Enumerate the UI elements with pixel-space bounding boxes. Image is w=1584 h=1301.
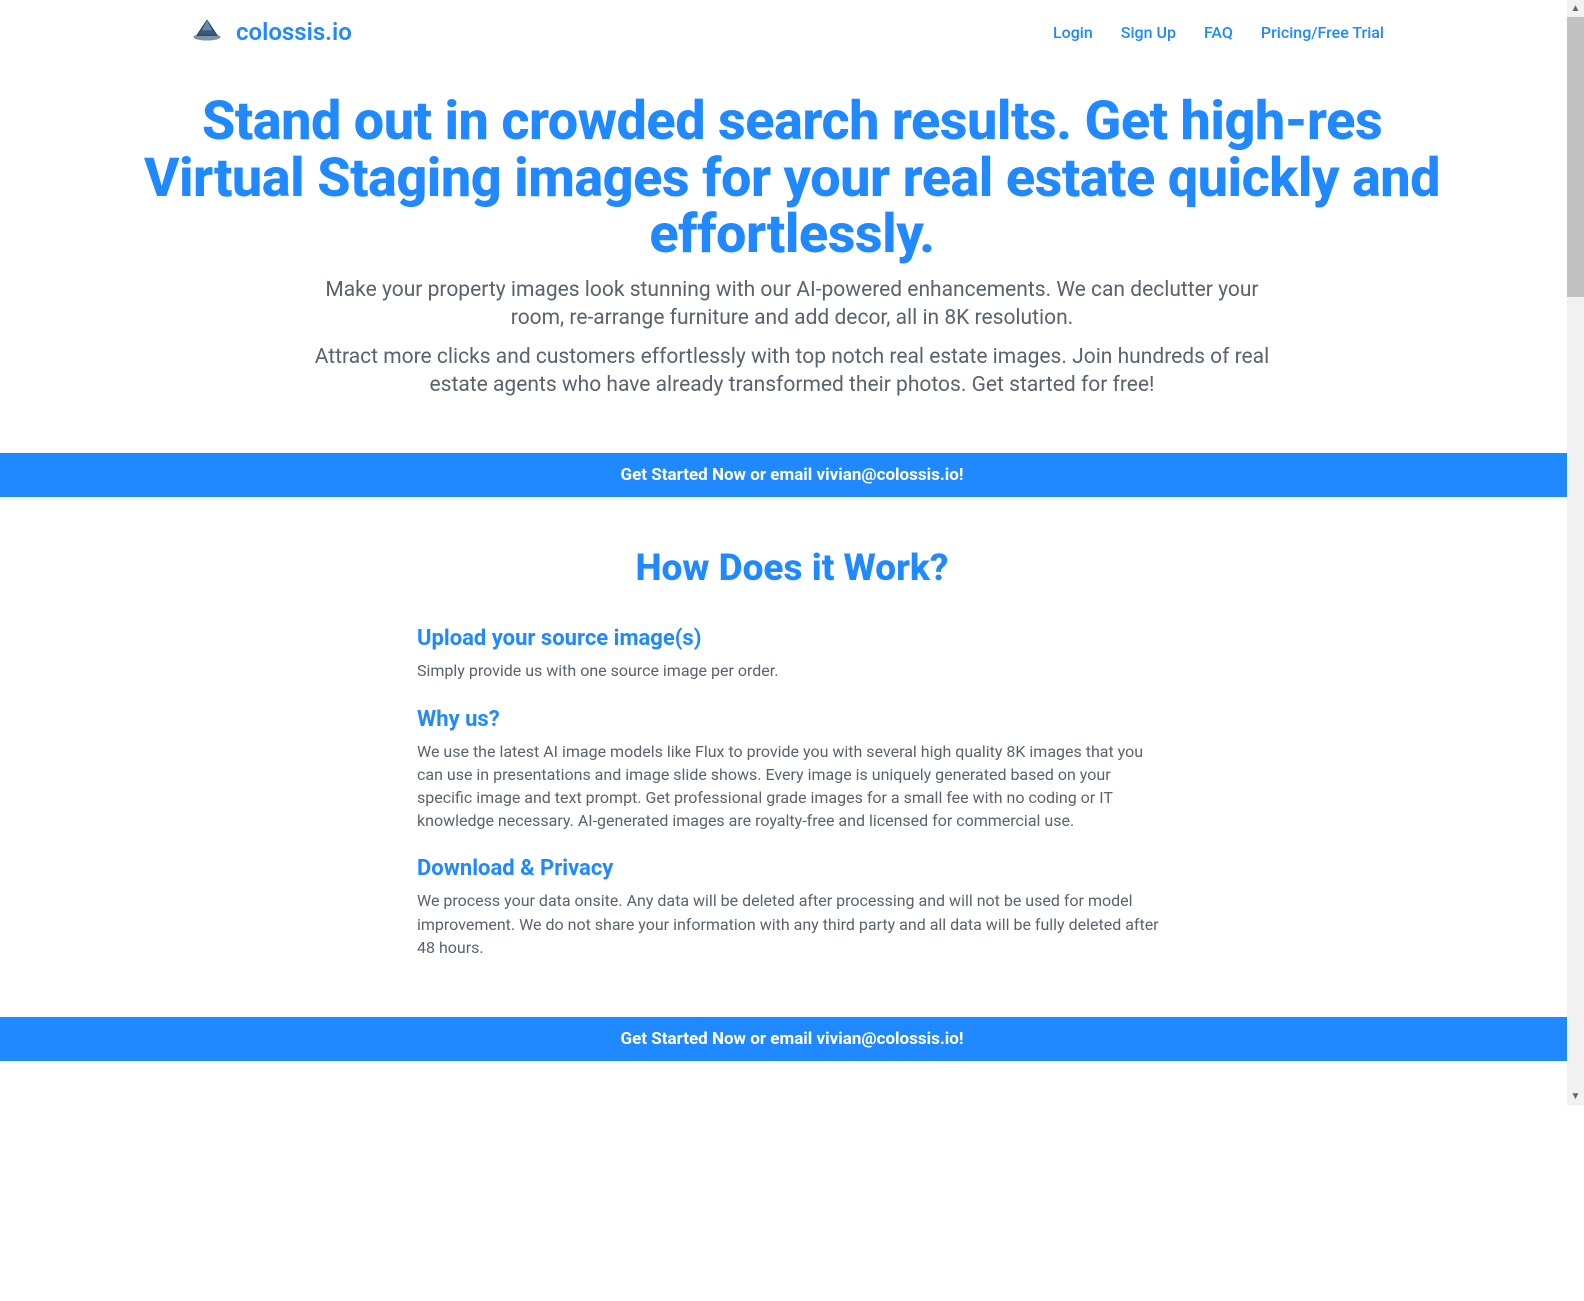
step-title: Upload your source image(s) xyxy=(417,626,1167,651)
hero-section: Stand out in crowded search results. Get… xyxy=(0,64,1584,429)
nav-pricing[interactable]: Pricing/Free Trial xyxy=(1261,23,1384,42)
scrollbar[interactable]: ▲ ▼ xyxy=(1567,0,1584,1105)
nav: Login Sign Up FAQ Pricing/Free Trial xyxy=(1053,23,1384,42)
brand-name: colossis.io xyxy=(236,18,352,46)
step-title: Download & Privacy xyxy=(417,856,1167,881)
cta-button-2[interactable]: Get Started Now or email vivian@colossis… xyxy=(0,1017,1584,1061)
hero-subtitle-2: Attract more clicks and customers effort… xyxy=(312,343,1272,400)
spacer xyxy=(0,1061,1584,1301)
step-download-privacy: Download & Privacy We process your data … xyxy=(417,856,1167,959)
how-it-works-section: How Does it Work? Upload your source ima… xyxy=(0,497,1584,993)
hero-subtitle-1: Make your property images look stunning … xyxy=(312,276,1272,333)
scrollbar-down-arrow-icon[interactable]: ▼ xyxy=(1567,1088,1584,1105)
step-why-us: Why us? We use the latest AI image model… xyxy=(417,707,1167,833)
step-upload: Upload your source image(s) Simply provi… xyxy=(417,626,1167,682)
header: colossis.io Login Sign Up FAQ Pricing/Fr… xyxy=(0,0,1584,64)
step-body: Simply provide us with one source image … xyxy=(417,659,1167,682)
nav-login[interactable]: Login xyxy=(1053,23,1093,42)
scrollbar-thumb[interactable] xyxy=(1567,17,1584,297)
steps-container: Upload your source image(s) Simply provi… xyxy=(397,626,1187,959)
hero-headline: Stand out in crowded search results. Get… xyxy=(130,94,1454,264)
how-title: How Does it Work? xyxy=(0,547,1584,590)
logo-icon xyxy=(190,18,224,46)
nav-signup[interactable]: Sign Up xyxy=(1121,23,1176,42)
brand[interactable]: colossis.io xyxy=(190,18,352,46)
step-body: We use the latest AI image models like F… xyxy=(417,740,1167,833)
nav-faq[interactable]: FAQ xyxy=(1204,23,1233,42)
cta-button-1[interactable]: Get Started Now or email vivian@colossis… xyxy=(0,453,1584,497)
scrollbar-up-arrow-icon[interactable]: ▲ xyxy=(1567,0,1584,17)
step-body: We process your data onsite. Any data wi… xyxy=(417,889,1167,959)
step-title: Why us? xyxy=(417,707,1167,732)
